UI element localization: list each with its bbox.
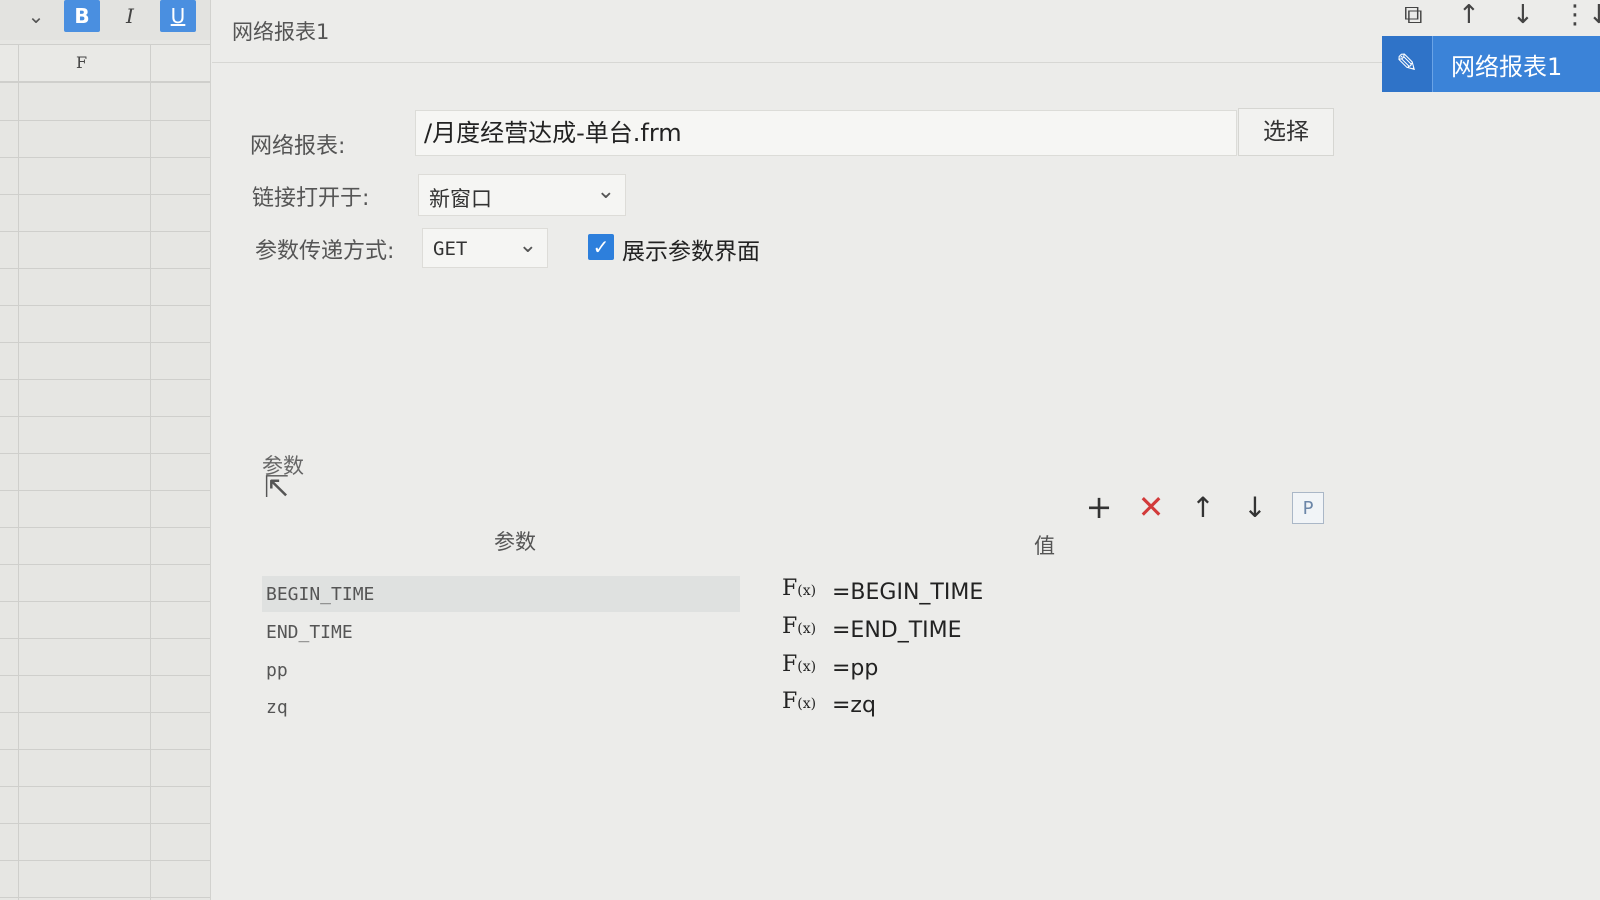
method-label: 参数传递方式: [255, 239, 395, 264]
param-row[interactable]: END_TIME F(x) =END_TIME [262, 614, 1322, 650]
param-row[interactable]: BEGIN_TIME F(x) =BEGIN_TIME [262, 576, 1322, 612]
more-icon[interactable]: ⋮↓ [1562, 0, 1600, 30]
arrow-up-icon[interactable]: ↑ [1458, 0, 1480, 30]
method-select[interactable]: GET ⌄ [422, 228, 548, 268]
chevron-down-icon: ⌄ [518, 233, 537, 258]
fx-icon-letter: F [782, 614, 798, 639]
bold-button[interactable]: B [64, 0, 100, 32]
right-panel-tab-label: 网络报表1 [1451, 52, 1563, 81]
param-name[interactable]: zq [266, 697, 288, 718]
right-panel-tab[interactable]: ✎ 网络报表1 [1382, 36, 1600, 92]
choose-button[interactable]: 选择 [1238, 108, 1334, 156]
param-row[interactable]: pp F(x) =pp [262, 652, 1322, 688]
param-column-header: 参数 [494, 530, 536, 554]
method-value: GET [433, 238, 468, 260]
formula-button[interactable]: F(x) [782, 652, 816, 677]
column-header-label: F [76, 53, 88, 72]
edit-icon[interactable]: ✎ [1382, 36, 1433, 92]
chevron-down-icon: ⌄ [596, 179, 615, 204]
move-up-button[interactable]: ↑ [1186, 490, 1220, 524]
formula-button[interactable]: F(x) [782, 614, 816, 639]
arrow-down-icon[interactable]: ↓ [1512, 0, 1534, 30]
param-row[interactable]: zq F(x) =zq [262, 689, 1322, 725]
move-down-button[interactable]: ↓ [1238, 490, 1272, 524]
param-name[interactable]: END_TIME [266, 622, 353, 643]
param-value[interactable]: =pp [832, 656, 878, 681]
param-name[interactable]: pp [266, 660, 288, 681]
formula-button[interactable]: F(x) [782, 576, 816, 601]
column-header[interactable]: F [0, 44, 210, 83]
open-in-label: 链接打开于: [252, 186, 370, 211]
italic-button[interactable]: I [112, 0, 148, 32]
add-param-button[interactable]: + [1082, 488, 1116, 526]
formula-button[interactable]: F(x) [782, 689, 816, 714]
copy-icon[interactable]: ⧉ [1404, 0, 1423, 31]
chevron-down-icon[interactable]: ⌄ [18, 0, 54, 32]
mouse-cursor-icon: ⇱ [264, 470, 290, 505]
fx-icon-letter: F [782, 576, 798, 601]
format-toolbar: ⌄ B I U [0, 0, 210, 40]
param-value[interactable]: =BEGIN_TIME [832, 580, 983, 605]
fx-icon-letter: F [782, 652, 798, 677]
fx-icon-sub: (x) [797, 659, 817, 675]
show-params-label: 展示参数界面 [622, 239, 760, 265]
fx-icon-sub: (x) [797, 621, 817, 637]
fx-icon-sub: (x) [797, 583, 817, 599]
dialog-title: 网络报表1 [232, 20, 330, 44]
spreadsheet-area: ⌄ B I U F [0, 0, 211, 900]
grid-line [18, 44, 19, 900]
fx-icon-sub: (x) [797, 696, 817, 712]
right-panel-toolbar: ⧉ ↑ ↓ ⋮↓ [1370, 0, 1600, 34]
fx-icon-letter: F [782, 689, 798, 714]
param-value[interactable]: =END_TIME [832, 618, 962, 643]
grid-line [150, 44, 151, 900]
open-in-value: 新窗口 [429, 187, 492, 211]
param-p-button[interactable]: P [1292, 492, 1324, 524]
report-label: 网络报表: [250, 134, 346, 159]
param-value[interactable]: =zq [832, 693, 876, 718]
param-name[interactable]: BEGIN_TIME [266, 584, 374, 605]
report-path-field[interactable]: /月度经营达成-单台.frm [415, 110, 1237, 156]
value-column-header: 值 [1034, 534, 1055, 558]
show-params-checkbox[interactable]: ✓ [588, 234, 614, 260]
delete-param-button[interactable]: ✕ [1134, 488, 1168, 526]
open-in-select[interactable]: 新窗口 ⌄ [418, 174, 626, 216]
underline-button[interactable]: U [160, 0, 196, 32]
